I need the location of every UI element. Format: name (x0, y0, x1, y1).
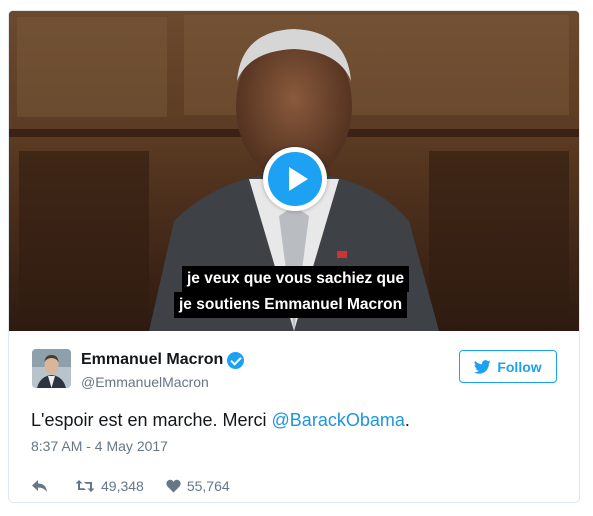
reply-icon (32, 480, 47, 492)
retweet-button[interactable]: 49,348 (75, 478, 144, 494)
follow-button[interactable]: Follow (459, 350, 557, 383)
follow-label: Follow (497, 358, 542, 375)
like-count: 55,764 (186, 478, 230, 494)
subtitle-line-1: je veux que vous sachiez que (182, 266, 410, 292)
tweet-timestamp[interactable]: 8:37 AM - 4 May 2017 (31, 438, 168, 454)
reply-button[interactable] (31, 479, 49, 493)
subtitle-line-2: je soutiens Emmanuel Macron (174, 292, 408, 318)
twitter-bird-icon (474, 359, 491, 374)
play-icon (268, 152, 322, 206)
tweet-text-suffix: . (404, 410, 410, 430)
mention-link[interactable]: @BarackObama (272, 410, 405, 430)
heart-icon (166, 479, 181, 493)
author-name[interactable]: Emmanuel Macron (81, 351, 223, 369)
avatar[interactable] (32, 349, 71, 388)
embedded-tweet-card: je veux que vous sachiez que je soutiens… (8, 10, 580, 503)
tweet-text-prefix: L'espoir est en marche. Merci (31, 410, 272, 430)
video-subtitles: je veux que vous sachiez que je soutiens… (174, 266, 414, 318)
tweet-actions: 49,348 55,764 (31, 478, 230, 494)
tweet-text: L'espoir est en marche. Merci @BarackOba… (31, 410, 410, 431)
retweet-count: 49,348 (101, 478, 144, 494)
like-button[interactable]: 55,764 (166, 478, 230, 494)
author-name-row: Emmanuel Macron (81, 351, 245, 369)
verified-badge-icon (227, 351, 245, 369)
author-handle[interactable]: @EmmanuelMacron (81, 374, 209, 390)
play-button[interactable] (263, 147, 327, 211)
retweet-icon (75, 480, 95, 492)
video-player[interactable]: je veux que vous sachiez que je soutiens… (9, 11, 579, 331)
avatar-image (32, 349, 71, 388)
